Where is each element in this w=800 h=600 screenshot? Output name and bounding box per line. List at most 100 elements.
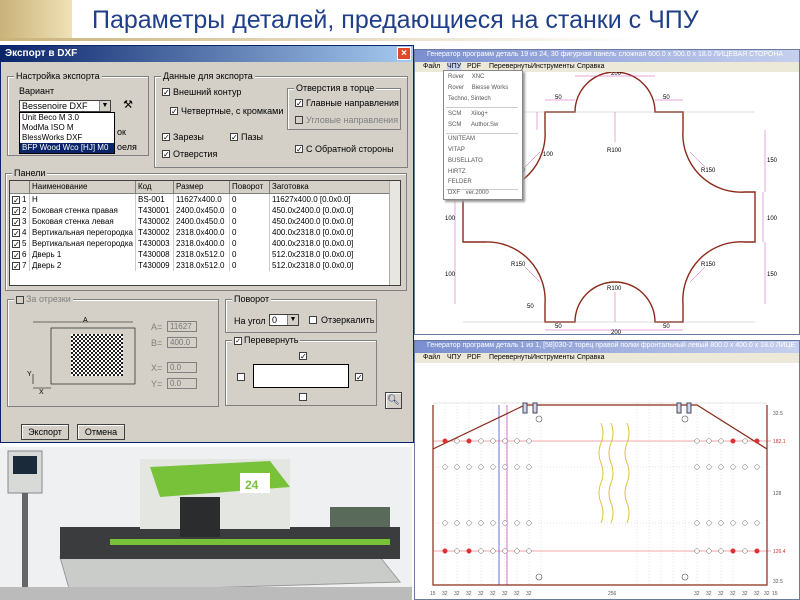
menu-item-busellato[interactable]: BUSELLATO bbox=[448, 158, 483, 164]
drill-hole bbox=[478, 438, 484, 444]
drill-hole bbox=[466, 548, 472, 554]
menu-cnc[interactable]: ЧПУ bbox=[447, 353, 461, 363]
bottom-tick: 32 bbox=[694, 591, 700, 597]
menu-flip[interactable]: Перевернуть bbox=[489, 353, 531, 363]
mirror-checkbox[interactable] bbox=[309, 316, 317, 324]
rotation-group-label: Поворот bbox=[232, 294, 272, 304]
field-a-input[interactable]: 11627 bbox=[167, 321, 197, 332]
row-checkbox[interactable]: ✓ bbox=[12, 206, 20, 215]
flip-left-checkbox[interactable] bbox=[237, 373, 245, 381]
menu-item-dxf[interactable]: DXF ver.2000 bbox=[448, 190, 489, 196]
field-y-input[interactable]: 0.0 bbox=[167, 378, 197, 389]
menu-tools[interactable]: Инструменты bbox=[531, 62, 575, 72]
menu-file[interactable]: Файл bbox=[423, 353, 440, 363]
cuts-checkbox[interactable]: ✓ bbox=[162, 133, 170, 142]
menu-item-scm-author[interactable]: SCM Author.Sw bbox=[448, 122, 498, 128]
flip-bottom-checkbox[interactable] bbox=[299, 393, 307, 401]
menu-item-uniteam[interactable]: UNITEAM bbox=[448, 136, 475, 142]
quarter-checkbox[interactable]: ✓ bbox=[170, 107, 178, 116]
menu-file[interactable]: Файл bbox=[423, 62, 440, 72]
drill-hole bbox=[490, 438, 496, 444]
table-row[interactable]: ✓ 2 Боковая стенка правая T430001 2400.0x450… bbox=[10, 205, 390, 216]
field-b-input[interactable]: 400.0 bbox=[167, 337, 197, 348]
holes-label: Отверстия bbox=[173, 149, 218, 159]
outer-contour-checkbox[interactable]: ✓ bbox=[162, 88, 170, 97]
rotation-select[interactable]: 0 ▼ bbox=[269, 314, 299, 326]
row-checkbox[interactable]: ✓ bbox=[12, 217, 20, 226]
table-row[interactable]: ✓ 6 Дверь 1 T430008 2318.0x512.0 0 512.0x2318.… bbox=[10, 249, 390, 260]
row-checkbox[interactable]: ✓ bbox=[12, 228, 20, 237]
col-header-size[interactable]: Размер bbox=[174, 181, 230, 193]
menu-item-vitap[interactable]: VITAP bbox=[448, 147, 465, 153]
top-window-titlebar[interactable]: Генератор программ деталь 19 из 24, 30 ф… bbox=[415, 50, 799, 62]
table-scrollbar[interactable] bbox=[389, 181, 400, 285]
dialog-titlebar[interactable]: Экспорт в DXF bbox=[1, 46, 413, 62]
menu-pdf[interactable]: PDF bbox=[467, 353, 481, 363]
tool-settings-icon[interactable]: ⚒ bbox=[121, 99, 135, 112]
field-y-label: Y= bbox=[151, 379, 163, 389]
dim-r100-bottom: R100 bbox=[607, 286, 622, 292]
menu-item-hirtz[interactable]: HIRTZ bbox=[448, 169, 466, 175]
drill-hole bbox=[718, 464, 724, 470]
panels-label: Панели bbox=[12, 168, 48, 178]
row-checkbox[interactable]: ✓ bbox=[12, 261, 20, 270]
dim-50-left: 50 bbox=[555, 95, 562, 101]
row-checkbox[interactable]: ✓ bbox=[12, 195, 20, 204]
bottom-tick: 32 bbox=[742, 591, 748, 597]
dim-100-side-right: 100 bbox=[767, 216, 778, 222]
dim-50-bottom-left: 50 bbox=[555, 324, 562, 330]
cuts-label: Зарезы bbox=[173, 132, 204, 142]
grooves-checkbox[interactable]: ✓ bbox=[230, 133, 238, 142]
variant-option[interactable]: ModMa ISO M bbox=[20, 123, 114, 133]
col-header-blank[interactable]: Заготовка bbox=[270, 181, 390, 193]
table-row[interactable]: ✓ 4 Вертикальная перегородка 1 T430002 2318.… bbox=[10, 227, 390, 238]
menu-tools[interactable]: Инструменты bbox=[531, 353, 575, 363]
menu-item-felder[interactable]: FELDER bbox=[448, 179, 472, 185]
menu-help[interactable]: Справка bbox=[577, 353, 604, 363]
close-icon[interactable]: × bbox=[397, 47, 411, 60]
bottom-tick: 32 bbox=[490, 591, 496, 597]
variant-option-selected[interactable]: BFP Wood Wco [HJ] M0 bbox=[20, 143, 114, 153]
bottom-tick: 32 bbox=[454, 591, 460, 597]
row-checkbox[interactable]: ✓ bbox=[12, 239, 20, 248]
menu-item-techno[interactable]: Techno, Sintech bbox=[448, 96, 491, 102]
table-row[interactable]: ✓ 5 Вертикальная перегородка 2 T430003 2318.… bbox=[10, 238, 390, 249]
chevron-down-icon[interactable]: ▼ bbox=[287, 315, 298, 325]
menu-item-rover-biesse[interactable]: Rover Biesse Works bbox=[448, 85, 508, 91]
menu-help[interactable]: Справка bbox=[577, 62, 604, 72]
row-number: 5 bbox=[22, 239, 27, 248]
variant-option[interactable]: BlessWorks DXF bbox=[20, 133, 114, 143]
table-cell-blank: 450.0x2400.0 [0.0x0.0] bbox=[270, 205, 390, 216]
col-header-rotation[interactable]: Поворот bbox=[230, 181, 270, 193]
row-checkbox[interactable]: ✓ bbox=[12, 250, 20, 259]
preview-zoom-button[interactable]: 🔍︎ bbox=[385, 392, 402, 409]
main-directions-checkbox[interactable]: ✓ bbox=[295, 99, 303, 108]
bottom-window-titlebar[interactable]: Генератор программ деталь 1 из 1, [58]03… bbox=[415, 341, 799, 353]
table-row[interactable]: ✓ 7 Дверь 2 T430009 2318.0x512.0 0 512.0x2318.… bbox=[10, 260, 390, 271]
menu-item-rover-xnc[interactable]: Rover XNC bbox=[448, 74, 484, 80]
table-cell-code: T430008 bbox=[136, 249, 174, 260]
top-window-title: Генератор программ деталь 19 из 24, 30 ф… bbox=[427, 51, 784, 58]
drill-hole bbox=[730, 438, 736, 444]
flip-right-checkbox[interactable]: ✓ bbox=[355, 373, 363, 382]
table-row[interactable]: ✓ 1 Н BS-001 11627x400.0 0 11627x400.0 [0.0x0.… bbox=[10, 194, 390, 205]
chevron-down-icon[interactable]: ▼ bbox=[99, 101, 110, 111]
variant-option[interactable]: Unit Beco M 3.0 bbox=[20, 113, 114, 123]
col-header-check[interactable] bbox=[10, 181, 30, 193]
partial-label-1: ок bbox=[117, 127, 126, 137]
angle-directions-checkbox[interactable] bbox=[295, 116, 303, 124]
table-cell-rot: 0 bbox=[230, 260, 270, 271]
reversed-side-checkbox[interactable]: ✓ bbox=[295, 145, 303, 154]
field-x-input[interactable]: 0.0 bbox=[167, 362, 197, 373]
export-button[interactable]: Экспорт bbox=[21, 424, 69, 440]
holes-checkbox[interactable]: ✓ bbox=[162, 150, 170, 159]
col-header-code[interactable]: Код bbox=[136, 181, 174, 193]
menu-item-scm-xilog[interactable]: SCM Xilog+ bbox=[448, 111, 488, 117]
variant-select[interactable]: Bessenoire DXF ▼ bbox=[19, 100, 111, 112]
dim-top-200: 200 bbox=[611, 72, 622, 77]
col-header-name[interactable]: Наименование bbox=[30, 181, 136, 193]
bottom-tick: 32 bbox=[730, 591, 736, 597]
flip-top-checkbox[interactable]: ✓ bbox=[299, 352, 307, 361]
table-row[interactable]: ✓ 3 Боковая стенка левая T430002 2400.0x450.… bbox=[10, 216, 390, 227]
cancel-button[interactable]: Отмена bbox=[77, 424, 125, 440]
